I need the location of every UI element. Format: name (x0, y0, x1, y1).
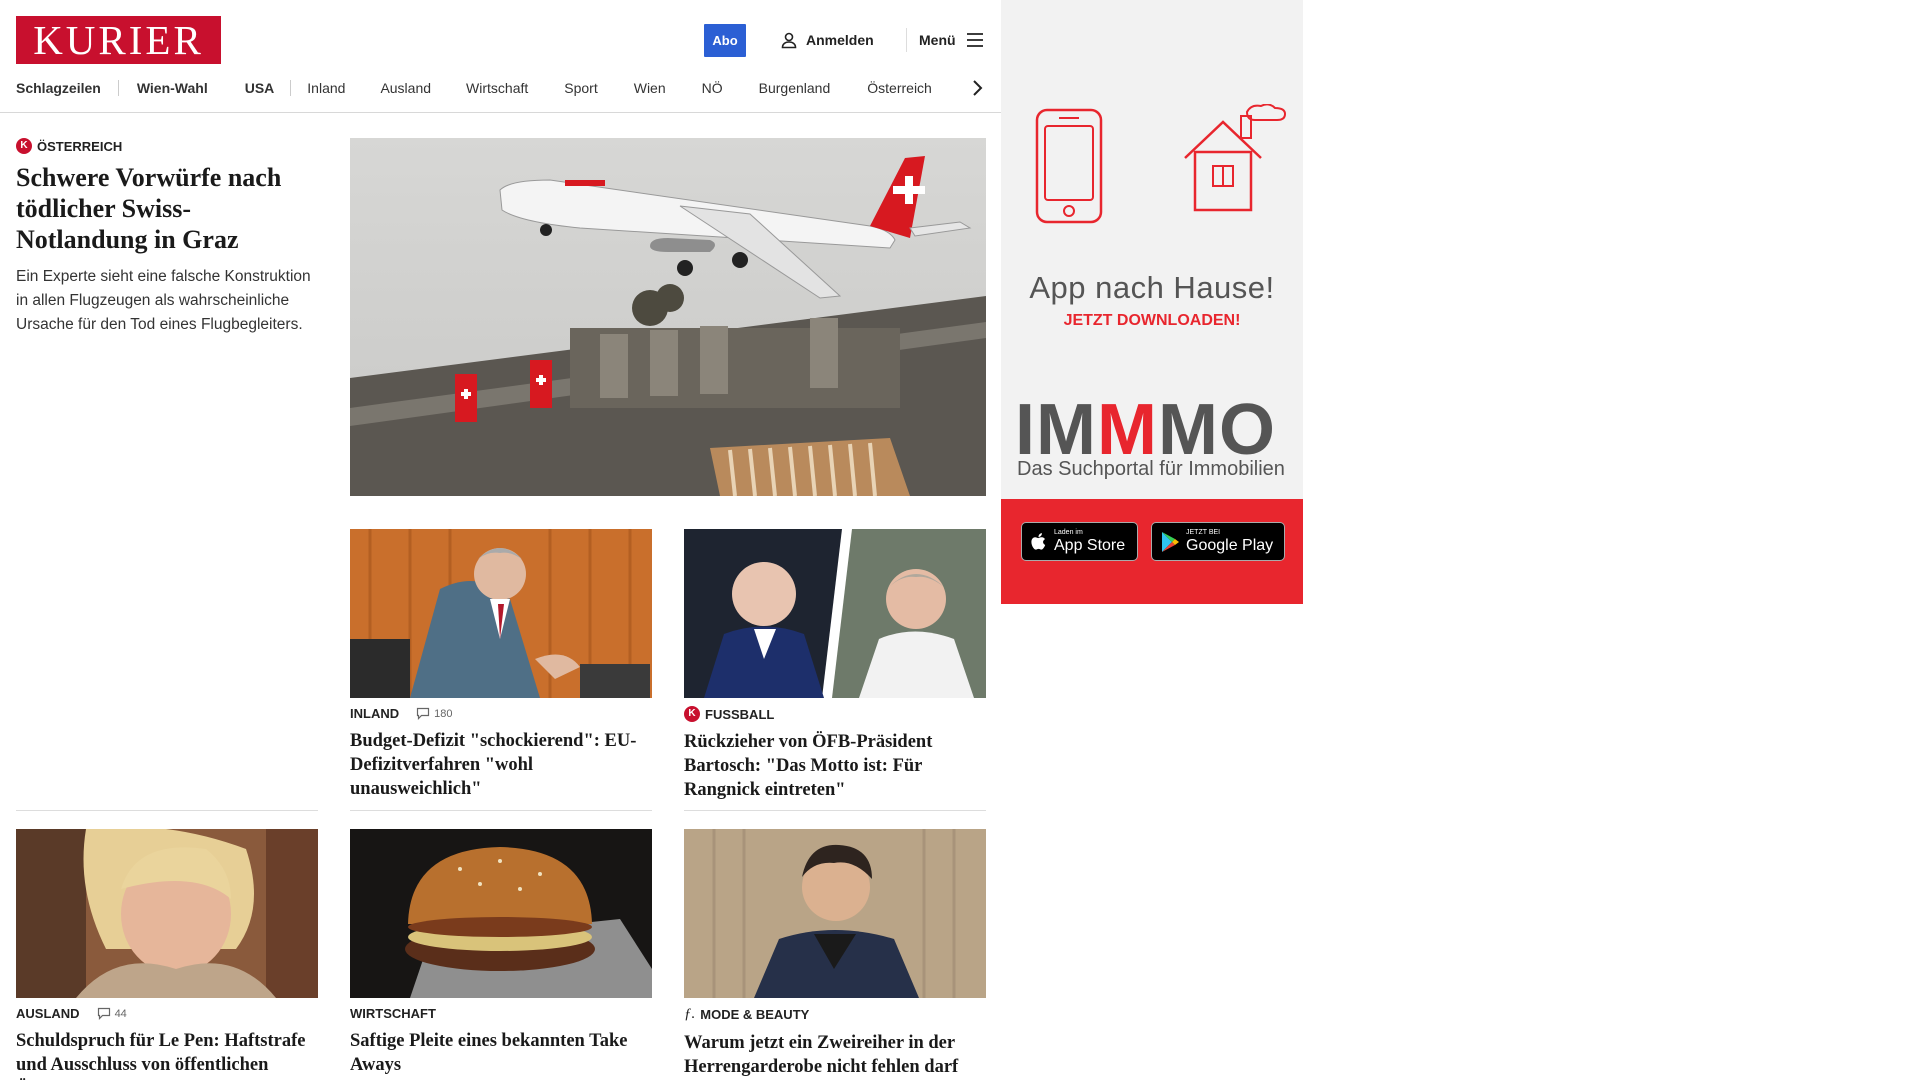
lead-teaser: Ein Experte sieht eine falsche Konstrukt… (16, 268, 311, 333)
login-label: Anmelden (806, 32, 874, 48)
card-title[interactable]: Rückzieher von ÖFB-Präsident Bartosch: "… (684, 730, 986, 802)
kicker-label: MODE & BEAUTY (700, 1007, 810, 1022)
nav-item-wien[interactable]: Wien (634, 78, 666, 98)
comment-count-label: 44 (114, 1007, 127, 1020)
article-card[interactable]: INLAND 180 Budget-Defizit "schockierend"… (350, 706, 652, 801)
comment-count-label: 180 (434, 707, 453, 720)
kicker-label: INLAND (350, 706, 400, 721)
appstore-small-label: Laden im (1054, 529, 1083, 536)
nav-item-wien-wahl[interactable]: Wien-Wahl (137, 78, 208, 98)
lead-title[interactable]: Schwere Vorwürfe nach tödlicher Swiss-No… (16, 162, 316, 255)
google-play-icon (1162, 531, 1179, 552)
apple-icon (1031, 532, 1046, 550)
card-image-oefb[interactable] (684, 529, 986, 698)
card-title[interactable]: Budget-Defizit "schockierend": EU-Defizi… (350, 729, 652, 801)
menu-label: Menü (919, 32, 956, 48)
card-title[interactable]: Schuldspruch für Le Pen: Haftstrafe und … (16, 1029, 318, 1080)
comment-count[interactable]: 180 (416, 707, 452, 720)
article-card[interactable]: WIRTSCHAFT Saftige Pleite eines bekannte… (350, 1006, 652, 1077)
card-kicker: AUSLAND 44 (16, 1006, 318, 1021)
chevron-right-icon[interactable] (967, 77, 987, 99)
card-image-zweireiher[interactable] (684, 829, 986, 998)
kurier-plus-badge-icon: K (684, 706, 700, 722)
house-icon (1184, 104, 1287, 212)
nav-item-schlagzeilen[interactable]: Schlagzeilen (16, 78, 101, 98)
comment-icon (97, 1007, 110, 1020)
hamburger-icon (966, 33, 983, 47)
smartphone-icon (1035, 108, 1103, 224)
ad-subline: JETZT DOWNLOADEN! (1063, 312, 1241, 329)
card-kicker: WIRTSCHAFT (350, 1006, 652, 1021)
header-divider (906, 28, 907, 52)
freizeit-f-icon: ƒ. (684, 1006, 696, 1022)
nav-item-inland[interactable]: Inland (307, 78, 345, 98)
site-header: KURIER Abo Anmelden Menü Schlagzeilen Wi… (0, 0, 1001, 113)
nav-item-noe[interactable]: NÖ (702, 78, 723, 98)
immmo-app-ad[interactable]: App nach Hause! JETZT DOWNLOADEN! IMMMO … (1001, 0, 1303, 604)
card-title[interactable]: Warum jetzt ein Zweireiher in der Herren… (684, 1031, 986, 1079)
nav-divider (117, 80, 119, 96)
nav-item-sport[interactable]: Sport (564, 78, 597, 98)
kicker-label: ÖSTERREICH (37, 138, 123, 154)
appstore-big-label: App Store (1054, 537, 1126, 554)
user-icon (781, 32, 797, 49)
nav-divider (290, 80, 292, 96)
nav-item-burgenland[interactable]: Burgenland (759, 78, 831, 98)
card-title[interactable]: Saftige Pleite eines bekannten Take Away… (350, 1029, 652, 1077)
card-divider (350, 810, 652, 811)
kicker-label: WIRTSCHAFT (350, 1006, 436, 1021)
card-divider (16, 810, 318, 811)
kurier-plus-badge-icon: K (16, 138, 32, 154)
googleplay-big-label: Google Play (1186, 537, 1274, 554)
lead-kicker: K ÖSTERREICH (16, 138, 316, 154)
article-card[interactable]: K FUSSBALL Rückzieher von ÖFB-Präsident … (684, 706, 986, 802)
google-play-button[interactable]: JETZT BEI Google Play (1151, 522, 1285, 561)
article-card[interactable]: ƒ. MODE & BEAUTY Warum jetzt ein Zweirei… (684, 1006, 986, 1079)
kicker-label: FUSSBALL (705, 706, 775, 722)
lead-image[interactable] (350, 138, 986, 496)
nav-item-usa[interactable]: USA (245, 78, 275, 98)
card-image-le-pen[interactable] (16, 829, 318, 998)
card-image-budget[interactable] (350, 529, 652, 698)
abo-button[interactable]: Abo (704, 24, 746, 57)
kicker-label: AUSLAND (16, 1006, 80, 1021)
ad-headline: App nach Hause! (1029, 270, 1275, 305)
nav-item-ausland[interactable]: Ausland (380, 78, 431, 98)
comment-icon (417, 707, 430, 720)
app-store-button[interactable]: Laden im App Store (1021, 522, 1138, 561)
card-kicker: K FUSSBALL (684, 706, 986, 722)
comment-count[interactable]: 44 (97, 1007, 127, 1020)
login-button[interactable]: Anmelden (780, 29, 874, 51)
googleplay-small-label: JETZT BEI (1186, 529, 1221, 536)
immmo-tagline: Das Suchportal für Immobilien (1017, 458, 1285, 480)
immmo-logo: IMMMO (1015, 390, 1276, 470)
kurier-logo[interactable]: KURIER (16, 16, 221, 64)
nav-item-oesterreich[interactable]: Österreich (867, 78, 932, 98)
menu-button[interactable]: Menü (919, 29, 984, 51)
nav-item-wirtschaft[interactable]: Wirtschaft (466, 78, 528, 98)
lead-story[interactable]: K ÖSTERREICH Schwere Vorwürfe nach tödli… (16, 138, 316, 337)
article-card[interactable]: AUSLAND 44 Schuldspruch für Le Pen: Haft… (16, 1006, 318, 1080)
card-image-burger[interactable] (350, 829, 652, 998)
section-nav: Schlagzeilen Wien-Wahl USA Inland Auslan… (16, 78, 932, 98)
card-divider (684, 810, 986, 811)
card-kicker: ƒ. MODE & BEAUTY (684, 1006, 986, 1023)
card-kicker: INLAND 180 (350, 706, 652, 721)
